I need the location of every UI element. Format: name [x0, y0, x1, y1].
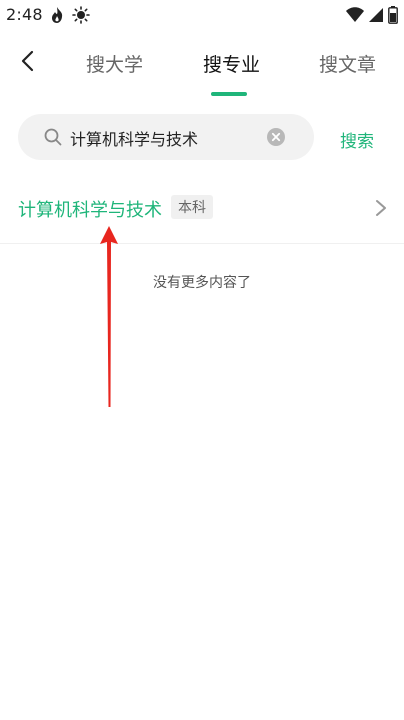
status-bar: 2:48	[0, 0, 404, 30]
end-of-list-text: 没有更多内容了	[153, 275, 251, 291]
level-badge: 本科	[171, 195, 213, 219]
result-title: 计算机科学与技术	[18, 200, 162, 221]
header: 搜大学 搜专业 搜文章	[0, 38, 404, 100]
clear-icon[interactable]	[267, 128, 285, 146]
wifi-icon	[346, 7, 364, 27]
status-time: 2:48	[6, 5, 43, 24]
search-input[interactable]: 计算机科学与技术	[18, 114, 314, 160]
back-button[interactable]	[12, 48, 42, 78]
flame-icon	[50, 6, 64, 28]
search-icon	[44, 128, 62, 146]
search-query-text: 计算机科学与技术	[70, 130, 199, 149]
tab-search-article[interactable]: 搜文章	[319, 50, 376, 77]
brightness-icon	[72, 6, 90, 28]
annotation-arrow-icon	[100, 226, 118, 407]
search-button[interactable]: 搜索	[340, 127, 374, 152]
active-tab-indicator	[211, 92, 247, 96]
signal-icon	[369, 7, 383, 27]
tab-search-major[interactable]: 搜专业	[203, 50, 260, 77]
tab-search-university[interactable]: 搜大学	[86, 50, 143, 77]
chevron-right-icon	[374, 198, 388, 218]
list-item[interactable]: 计算机科学与技术 本科	[0, 178, 404, 244]
chevron-left-icon	[20, 50, 34, 76]
battery-icon	[388, 6, 398, 28]
